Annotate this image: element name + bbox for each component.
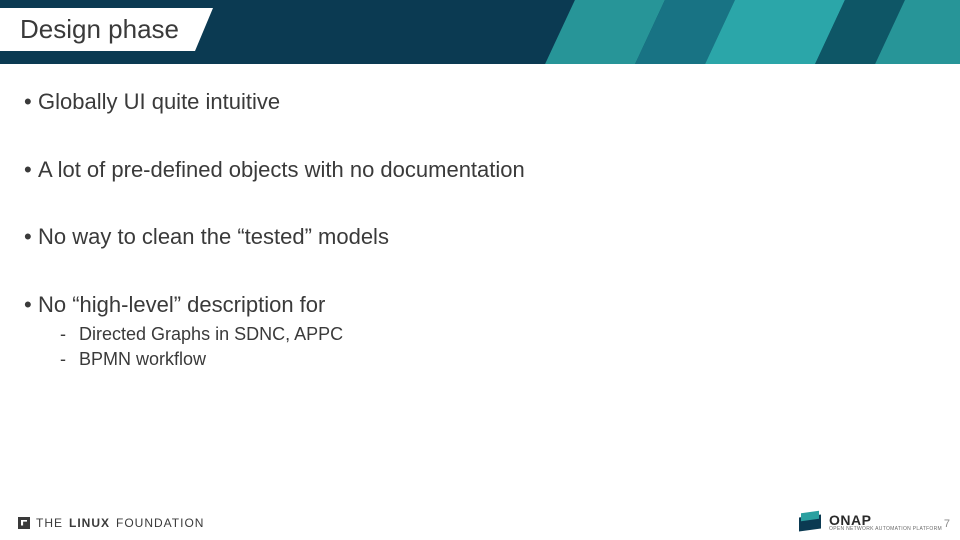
sub-bullet-text: BPMN workflow bbox=[79, 349, 206, 369]
bullet-text: No way to clean the “tested” models bbox=[38, 224, 389, 249]
onap-name: ONAP bbox=[829, 513, 942, 527]
bullet-item: •Globally UI quite intuitive bbox=[24, 88, 936, 116]
bullet-text: Globally UI quite intuitive bbox=[38, 89, 280, 114]
linux-foundation-logo: THE LINUX FOUNDATION bbox=[18, 516, 204, 530]
slide-title: Design phase bbox=[20, 14, 179, 45]
header-band: Design phase bbox=[0, 0, 960, 64]
slide: Design phase •Globally UI quite intuitiv… bbox=[0, 0, 960, 540]
logo-text: THE bbox=[36, 516, 63, 530]
bullet-text: A lot of pre-defined objects with no doc… bbox=[38, 157, 525, 182]
sub-bullet-item: - Directed Graphs in SDNC, APPC bbox=[60, 322, 936, 347]
footer: THE LINUX FOUNDATION ONAP OPEN NETWORK A… bbox=[0, 504, 960, 540]
logo-text: LINUX bbox=[69, 516, 110, 530]
bullet-item: •No “high-level” description for - Direc… bbox=[24, 291, 936, 373]
onap-logo-text: ONAP OPEN NETWORK AUTOMATION PLATFORM bbox=[829, 513, 942, 532]
bullet-item: •A lot of pre-defined objects with no do… bbox=[24, 156, 936, 184]
onap-tagline: OPEN NETWORK AUTOMATION PLATFORM bbox=[829, 527, 942, 532]
linux-foundation-icon bbox=[18, 517, 30, 529]
sub-bullet-text: Directed Graphs in SDNC, APPC bbox=[79, 324, 343, 344]
page-number: 7 bbox=[944, 518, 950, 530]
sub-bullet-item: - BPMN workflow bbox=[60, 347, 936, 372]
header-title-wrap: Design phase bbox=[0, 8, 213, 51]
logo-text: FOUNDATION bbox=[116, 516, 204, 530]
onap-logo: ONAP OPEN NETWORK AUTOMATION PLATFORM bbox=[799, 513, 942, 532]
sub-bullet-list: - Directed Graphs in SDNC, APPC - BPMN w… bbox=[60, 322, 936, 372]
bullet-text: No “high-level” description for bbox=[38, 292, 325, 317]
onap-icon bbox=[799, 516, 821, 530]
bullet-item: •No way to clean the “tested” models bbox=[24, 223, 936, 251]
slide-content: •Globally UI quite intuitive •A lot of p… bbox=[0, 64, 960, 372]
